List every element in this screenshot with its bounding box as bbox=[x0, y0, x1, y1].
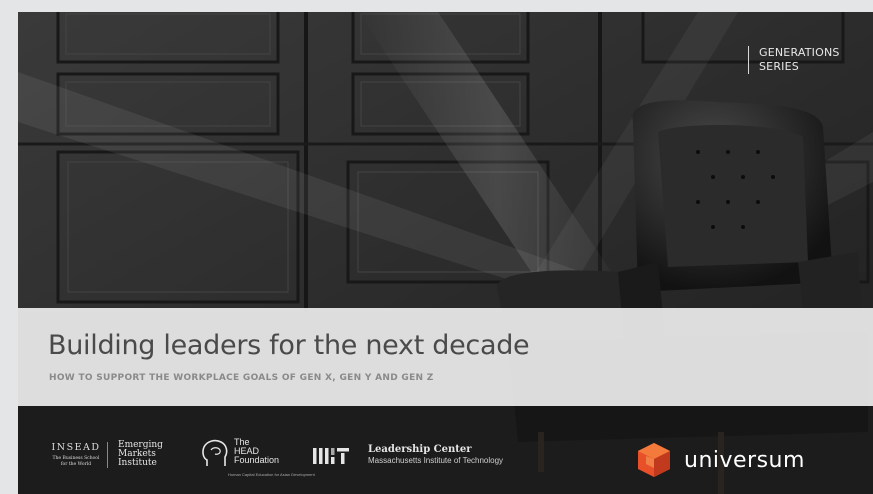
head-foundation-tagline: Human Capital Education for Asian Develo… bbox=[228, 472, 315, 477]
head-line-3: Foundation bbox=[234, 455, 280, 465]
logo-divider bbox=[107, 442, 108, 468]
series-tag-line-1: GENERATIONS bbox=[759, 46, 840, 59]
mit-leadership-center-logo: Leadership Center Massachusetts Institut… bbox=[368, 444, 503, 465]
insead-name: INSEAD bbox=[51, 442, 101, 453]
partner-logos: INSEAD The Business School for the World… bbox=[18, 422, 873, 494]
mit-institute-name: Massachusetts Institute of Technology bbox=[368, 456, 504, 465]
emi-logo: Emerging Markets Institute bbox=[118, 441, 163, 468]
emi-line-3: Institute bbox=[118, 458, 157, 468]
insead-tagline-2: for the World bbox=[60, 462, 92, 467]
title-band: Building leaders for the next decade HOW… bbox=[18, 308, 873, 406]
page-subtitle: HOW TO SUPPORT THE WORKPLACE GOALS OF GE… bbox=[49, 373, 434, 383]
universum-wordmark: universum bbox=[684, 448, 805, 473]
insead-logo: INSEAD The Business School for the World bbox=[48, 442, 104, 468]
page-title: Building leaders for the next decade bbox=[48, 330, 530, 361]
head-foundation-icon bbox=[202, 439, 228, 466]
series-tag-line-2: SERIES bbox=[759, 60, 799, 73]
head-foundation-logo: The HEAD Foundation bbox=[234, 438, 279, 465]
mit-logo-icon bbox=[313, 448, 349, 464]
series-tag: GENERATIONS SERIES bbox=[748, 46, 840, 74]
report-cover: GENERATIONS SERIES Building leaders for … bbox=[18, 12, 873, 494]
universum-gem-icon bbox=[638, 443, 670, 477]
leadership-center-name: Leadership Center bbox=[368, 444, 472, 455]
